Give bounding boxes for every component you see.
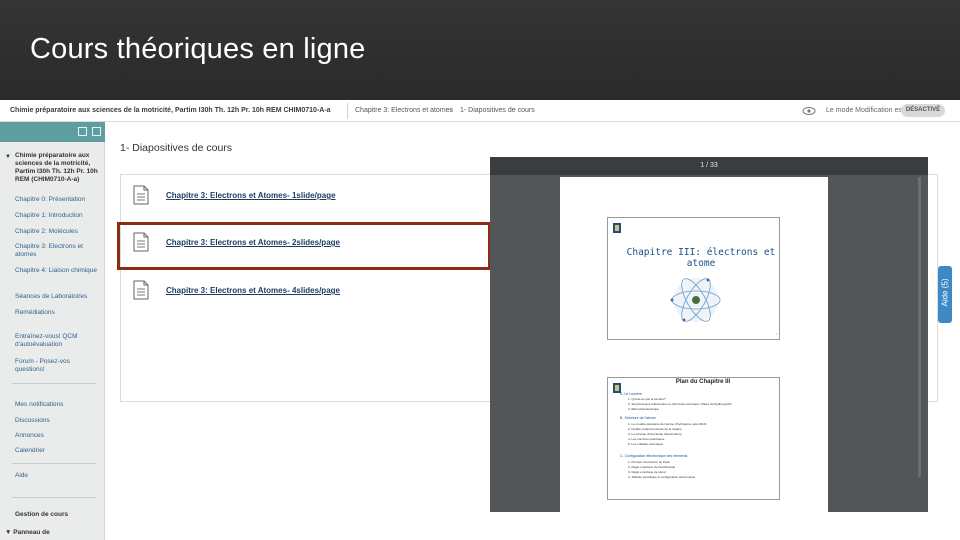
sidebar-control-panel[interactable]: ▼ Panneau de: [5, 529, 50, 536]
sidebar-item-calendrier[interactable]: Calendrier: [15, 447, 100, 455]
menu-icon[interactable]: [78, 127, 87, 136]
plan-line: C- Configuration électronique des élémen…: [620, 454, 688, 458]
plan-line: A- Le Lumière: [620, 392, 642, 396]
sidebar-item-chapitre-3[interactable]: Chapitre 3: Electrons et atomes: [15, 243, 100, 259]
plan-line: 1- Qu'est-ce que la lumière?: [628, 397, 666, 401]
slide-title: Cours théoriques en ligne: [30, 33, 366, 65]
sidebar-item-annonces[interactable]: Annonces: [15, 432, 100, 440]
course-name-link[interactable]: Chimie préparatoire aux sciences de la m…: [10, 107, 331, 114]
plan-line: 3- Effet photoélectrique: [628, 407, 659, 411]
plan-line: 1- Principe d'exclusion de Pauli: [628, 460, 670, 464]
sidebar-header: [0, 122, 105, 142]
sidebar-item-qcm[interactable]: Entraînez-vous! QCM d'autoévaluation: [15, 333, 100, 349]
sidebar-item-remediations[interactable]: Remédiations: [15, 309, 100, 317]
refresh-icon[interactable]: [92, 127, 101, 136]
plan-line: 5- Les orbitales atomiques: [628, 442, 664, 446]
sidebar-item-chapitre-1[interactable]: Chapitre 1: Introduction: [15, 212, 100, 220]
plan-line: 1- Le modèle planétaire de l'atome d'hyd…: [628, 422, 707, 426]
pdf-scrollbar[interactable]: [918, 177, 921, 477]
plan-line: 2- Spectroscopie d'absorption et d'émiss…: [628, 402, 732, 406]
divider: [347, 103, 348, 119]
breadcrumb-separator-icon: ›: [450, 107, 453, 114]
plan-line: 3- Le principe d'incertitude d'Heisenber…: [628, 432, 682, 436]
atom-icon: [670, 278, 721, 322]
help-tab-label: Aide (5): [940, 278, 950, 307]
list-item: Chapitre 3: Electrons et Atomes- 4slides…: [133, 280, 493, 310]
eye-icon[interactable]: [802, 105, 816, 117]
breadcrumb-current: 1- Diapositives de cours: [460, 107, 535, 114]
plan-line: B- Structure de l'atome: [620, 416, 656, 420]
plan-line: 3- Règle empirique de Hund: [628, 470, 666, 474]
edit-mode-toggle[interactable]: DÉSACTIVÉ: [901, 104, 945, 117]
slide-header: Cours théoriques en ligne: [0, 0, 960, 100]
divider: [12, 463, 96, 464]
slide-page-number: 1: [775, 333, 777, 336]
chevron-down-icon[interactable]: ▼: [5, 154, 11, 160]
plan-line: 4- Tableau périodique et configuration é…: [628, 475, 696, 479]
course-sidebar: ▼ Chimie préparatoire aux sciences de la…: [0, 122, 105, 540]
divider: [12, 497, 96, 498]
plan-line: 2- Dualité onde/corpuscule de la matière: [628, 427, 682, 431]
pdf-toolbar: 1 / 33: [490, 157, 928, 175]
list-item: Chapitre 3: Electrons et Atomes- 1slide/…: [133, 185, 493, 215]
sidebar-item-notifications[interactable]: Mes notifications: [15, 401, 100, 409]
university-logo-icon: [613, 223, 621, 233]
sidebar-course-root[interactable]: Chimie préparatoire aux sciences de la m…: [15, 152, 100, 184]
sidebar-item-laboratoires[interactable]: Séances de Laboratoires: [15, 293, 100, 301]
sidebar-item-discussions[interactable]: Discussions: [15, 417, 100, 425]
slide-2-title: Plan du Chapitre III: [675, 379, 731, 385]
help-tab[interactable]: Aide (5): [938, 266, 952, 323]
sidebar-item-chapitre-4[interactable]: Chapitre 4: Liaison chimique: [15, 267, 100, 275]
page-title: 1- Diapositives de cours: [120, 142, 233, 154]
pdf-viewer: 1 / 33 Chapitre III: électrons et atome: [490, 157, 928, 512]
sidebar-item-forum[interactable]: Forum - Posez-vos questions!: [15, 358, 100, 374]
control-panel-label: Panneau de: [13, 529, 50, 536]
breadcrumb-chapter[interactable]: Chapitre 3: Electrons et atomes: [355, 107, 453, 114]
top-bar: Chimie préparatoire aux sciences de la m…: [0, 100, 960, 122]
document-icon: [133, 280, 149, 300]
document-icon: [133, 185, 149, 205]
edit-mode-label: Le mode Modification est :: [826, 107, 908, 114]
file-link-1slide[interactable]: Chapitre 3: Electrons et Atomes- 1slide/…: [166, 191, 336, 200]
sidebar-section-gestion: Gestion de cours: [15, 511, 69, 518]
slide-footer: 1: [611, 333, 777, 337]
file-link-4slides[interactable]: Chapitre 3: Electrons et Atomes- 4slides…: [166, 286, 340, 295]
pdf-page: Chapitre III: électrons et atome 1 Plan …: [560, 177, 828, 512]
slide-1-title: Chapitre III: électrons et atome: [626, 247, 776, 269]
highlight-box: [117, 222, 491, 270]
plan-line: 2- Règle empirique de Klechkowski: [628, 465, 675, 469]
sidebar-item-chapitre-0[interactable]: Chapitre 0: Présentation: [15, 196, 100, 204]
slide-thumbnail-2: Plan du Chapitre III A- Le Lumière 1- Qu…: [607, 377, 780, 500]
sidebar-item-chapitre-2[interactable]: Chapitre 2: Molécules: [15, 228, 100, 236]
divider: [12, 383, 96, 384]
slide-thumbnail-1: Chapitre III: électrons et atome 1: [607, 217, 780, 340]
page-indicator: 1 / 33: [700, 162, 718, 169]
lms-screenshot: Chimie préparatoire aux sciences de la m…: [0, 100, 960, 540]
plan-line: 4- Les nombres quantiques: [628, 437, 665, 441]
sidebar-item-aide[interactable]: Aide: [15, 472, 100, 480]
